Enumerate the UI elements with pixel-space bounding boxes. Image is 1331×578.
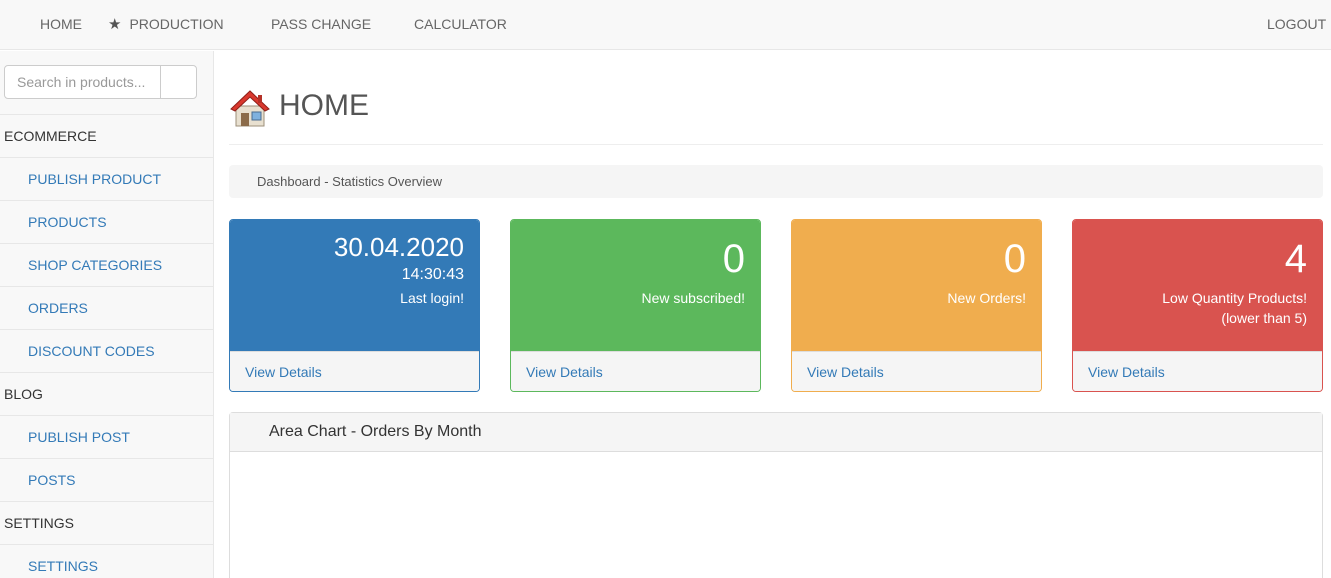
- panel-new-orders: 0 New Orders! View Details: [791, 219, 1042, 392]
- panel-low-quantity: 4 Low Quantity Products! (lower than 5) …: [1072, 219, 1323, 392]
- search-button[interactable]: [161, 66, 196, 98]
- last-login-label: Last login!: [400, 290, 464, 306]
- nav-logout-link[interactable]: LOGOUT: [1267, 0, 1326, 50]
- panel-new-subscribed: 0 New subscribed! View Details: [510, 219, 761, 392]
- sidebar-item-publish-product[interactable]: PUBLISH PRODUCT: [0, 157, 213, 200]
- low-quantity-count: 4: [1284, 237, 1307, 281]
- page-header: HOME: [229, 85, 1323, 145]
- sidebar-item-products[interactable]: PRODUCTS: [0, 200, 213, 243]
- nav-production-label: PRODUCTION: [129, 16, 224, 32]
- low-quantity-sublabel: (lower than 5): [1221, 310, 1307, 326]
- new-orders-view-details-link[interactable]: View Details: [792, 351, 1041, 391]
- panel-last-login-body: 30.04.2020 14:30:43 Last login!: [230, 220, 479, 351]
- nav-home-link[interactable]: HOME: [40, 0, 82, 50]
- orders-chart-title: Area Chart - Orders By Month: [230, 413, 1322, 452]
- low-quantity-view-details-link[interactable]: View Details: [1073, 351, 1322, 391]
- sidebar: ECOMMERCE PUBLISH PRODUCT PRODUCTS SHOP …: [0, 51, 214, 578]
- sidebar-menu: ECOMMERCE PUBLISH PRODUCT PRODUCTS SHOP …: [0, 114, 213, 578]
- new-subscribed-count: 0: [722, 237, 745, 281]
- panel-last-login: 30.04.2020 14:30:43 Last login! View Det…: [229, 219, 480, 392]
- house-icon: [230, 90, 270, 127]
- breadcrumb: Dashboard - Statistics Overview: [229, 165, 1323, 198]
- sidebar-item-publish-post[interactable]: PUBLISH POST: [0, 415, 213, 458]
- sidebar-item-posts[interactable]: POSTS: [0, 458, 213, 501]
- sidebar-item-shop-categories[interactable]: SHOP CATEGORIES: [0, 243, 213, 286]
- search-input[interactable]: [5, 66, 161, 98]
- nav-pass-change-link[interactable]: PASS CHANGE: [271, 0, 371, 50]
- orders-chart-panel: Area Chart - Orders By Month: [229, 412, 1323, 578]
- sidebar-item-orders[interactable]: ORDERS: [0, 286, 213, 329]
- sidebar-section-blog[interactable]: BLOG: [0, 372, 213, 415]
- nav-calculator-link[interactable]: CALCULATOR: [414, 0, 507, 50]
- star-icon: ★: [108, 16, 122, 33]
- panel-new-orders-body: 0 New Orders!: [792, 220, 1041, 351]
- panel-new-subscribed-body: 0 New subscribed!: [511, 220, 760, 351]
- top-navbar: HOME ★ PRODUCTION PASS CHANGE CALCULATOR …: [0, 0, 1331, 50]
- sidebar-section-settings[interactable]: SETTINGS: [0, 501, 213, 544]
- low-quantity-label: Low Quantity Products!: [1162, 290, 1307, 306]
- panel-low-quantity-body: 4 Low Quantity Products! (lower than 5): [1073, 220, 1322, 351]
- last-login-date: 30.04.2020: [333, 232, 464, 262]
- search-group: [4, 65, 197, 99]
- new-subscribed-label: New subscribed!: [641, 290, 746, 306]
- last-login-time: 14:30:43: [401, 266, 464, 283]
- nav-production-link[interactable]: ★ PRODUCTION: [108, 0, 224, 50]
- sidebar-section-ecommerce[interactable]: ECOMMERCE: [0, 114, 213, 157]
- sidebar-item-settings[interactable]: SETTINGS: [0, 544, 213, 578]
- sidebar-item-discount-codes[interactable]: DISCOUNT CODES: [0, 329, 213, 372]
- page-title: HOME: [279, 89, 369, 122]
- new-orders-label: New Orders!: [947, 290, 1026, 306]
- last-login-view-details-link[interactable]: View Details: [230, 351, 479, 391]
- new-orders-count: 0: [1003, 237, 1026, 281]
- new-subscribed-view-details-link[interactable]: View Details: [511, 351, 760, 391]
- orders-chart-area: [230, 452, 1322, 578]
